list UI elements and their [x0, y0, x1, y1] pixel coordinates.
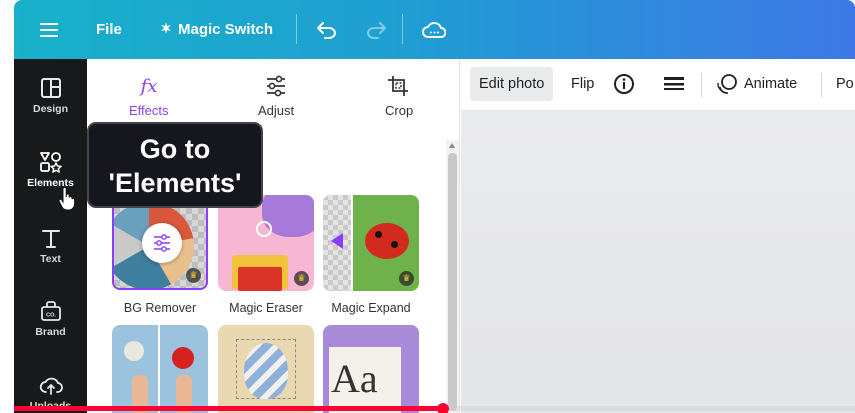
- brand-icon: CO.: [40, 301, 61, 321]
- arrow-left-icon: [331, 233, 343, 249]
- magic-eraser-card[interactable]: ♛: [218, 195, 314, 291]
- sidebar-item-text[interactable]: Text: [14, 227, 87, 265]
- crop-icon: [388, 76, 409, 96]
- hand-cursor-icon: [58, 187, 76, 211]
- layout-icon: [40, 78, 61, 98]
- text-sample-glyph: Aa: [331, 356, 378, 401]
- video-scrubber-knob[interactable]: [436, 403, 449, 413]
- animate-button[interactable]: Animate: [716, 67, 797, 101]
- callout-line-1: Go to: [139, 134, 211, 164]
- tool-label: Magic Expand: [331, 301, 411, 315]
- bg-remover-card[interactable]: ♛: [112, 194, 208, 290]
- canva-editor: File Magic Switch Design Elements Text C…: [0, 0, 855, 413]
- ladybug-image: [365, 223, 409, 259]
- instruction-callout: Go to 'Elements': [87, 122, 263, 208]
- sidebar-item-design[interactable]: Design: [14, 77, 87, 115]
- tab-label: Effects: [129, 103, 169, 118]
- sidebar-item-label: Text: [40, 253, 61, 265]
- sidebar-item-label: Design: [32, 103, 68, 115]
- callout-line-2: 'Elements': [108, 168, 242, 198]
- toolbar-divider: [821, 73, 822, 97]
- tool-card[interactable]: [218, 325, 314, 413]
- eraser-cursor: [256, 221, 272, 237]
- divider: [351, 195, 353, 291]
- redo-icon[interactable]: [365, 0, 387, 59]
- ladybug-spot: [391, 241, 398, 248]
- fries-box: [238, 267, 282, 291]
- sidebar-item-brand[interactable]: CO. Brand: [14, 300, 87, 338]
- toolbar-divider: [402, 14, 403, 44]
- position-button[interactable]: Po: [836, 67, 854, 101]
- cloud-sync-icon[interactable]: [422, 0, 446, 59]
- magic-switch-button[interactable]: Magic Switch: [160, 0, 273, 59]
- sliders-icon: [142, 223, 182, 263]
- tab-effects[interactable]: fx Effects: [129, 75, 169, 118]
- panel-scrollbar[interactable]: [446, 140, 459, 413]
- tab-adjust[interactable]: Adjust: [258, 75, 294, 118]
- magic-expand-card[interactable]: ♛: [323, 195, 419, 291]
- animate-label: Animate: [744, 76, 798, 92]
- fx-icon: fx: [138, 76, 157, 97]
- rose-image: [172, 347, 194, 369]
- file-menu-button[interactable]: File: [96, 0, 122, 59]
- tab-label: Adjust: [258, 103, 295, 118]
- text-icon: [41, 230, 60, 248]
- divider: [158, 325, 160, 413]
- magic-wand-icon: [160, 21, 172, 38]
- tab-label: Crop: [385, 103, 414, 118]
- balloon-image: [244, 343, 288, 399]
- crown-icon: ♛: [186, 268, 201, 283]
- scroll-up-arrow-icon[interactable]: [449, 143, 455, 148]
- video-progress-fill: [14, 406, 443, 411]
- animate-icon: [717, 74, 737, 94]
- design-canvas[interactable]: [461, 111, 855, 413]
- context-toolbar: Edit photo Flip Animate Po: [460, 59, 855, 111]
- hamburger-icon[interactable]: [40, 0, 62, 59]
- undo-icon[interactable]: [316, 0, 338, 59]
- ladybug-spot: [375, 231, 382, 238]
- tool-card[interactable]: Aa: [323, 325, 419, 413]
- top-bar: File Magic Switch: [14, 0, 855, 59]
- flower-image: [124, 341, 144, 361]
- shapes-icon: [39, 152, 62, 173]
- svg-text:fx: fx: [138, 76, 157, 97]
- svg-text:CO.: CO.: [46, 313, 56, 319]
- video-progress-bar[interactable]: [14, 403, 855, 413]
- edit-photo-button[interactable]: Edit photo: [470, 67, 554, 101]
- crown-icon: ♛: [294, 271, 309, 286]
- edit-photo-panel: fx Effects Adjust Crop ♛ BG Remover ♛ Ma…: [87, 59, 460, 413]
- tool-card[interactable]: [112, 325, 208, 413]
- sidebar-item-label: Brand: [35, 326, 66, 338]
- tool-label: BG Remover: [123, 301, 197, 315]
- tab-crop[interactable]: Crop: [385, 75, 413, 118]
- left-sidebar: Design Elements Text CO. Brand Uploads: [14, 59, 87, 413]
- border-style-icon[interactable]: [664, 67, 684, 101]
- flip-button[interactable]: Flip: [571, 67, 594, 101]
- crown-icon: ♛: [399, 271, 414, 286]
- scroll-thumb[interactable]: [448, 153, 457, 411]
- magic-switch-label: Magic Switch: [178, 21, 274, 38]
- toolbar-divider: [701, 73, 702, 97]
- upload-cloud-icon: [39, 377, 63, 395]
- sliders-icon: [267, 75, 286, 97]
- toolbar-divider: [296, 14, 297, 44]
- sidebar-item-elements[interactable]: Elements: [14, 151, 87, 189]
- tool-label: Magic Eraser: [229, 301, 303, 315]
- info-icon[interactable]: [613, 67, 635, 101]
